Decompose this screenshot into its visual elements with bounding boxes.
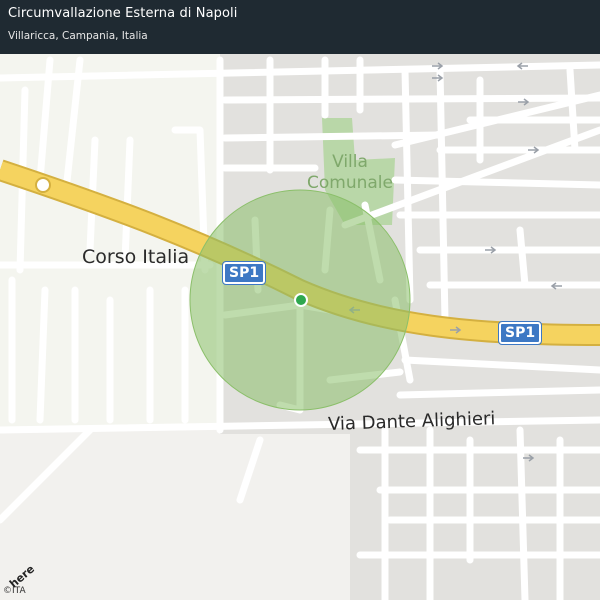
street-label-corso-italia: Corso Italia: [82, 246, 190, 268]
road-shield-sp1-east: SP1: [497, 321, 543, 345]
location-header: Circumvallazione Esterna di Napoli Villa…: [0, 0, 600, 54]
location-title: Circumvallazione Esterna di Napoli: [8, 6, 238, 21]
copyright-text: ©ITA: [3, 586, 26, 596]
roundabout: [35, 177, 51, 193]
park-label-line1: Villa: [332, 152, 368, 172]
location-subtitle: Villaricca, Campania, Italia: [8, 30, 148, 42]
current-location-dot: [294, 293, 308, 307]
road-shield-sp1: SP1: [221, 261, 267, 285]
park-label-line2: Comunale: [307, 173, 393, 193]
park-label-villa-comunale: Villa Comunale: [300, 152, 400, 194]
